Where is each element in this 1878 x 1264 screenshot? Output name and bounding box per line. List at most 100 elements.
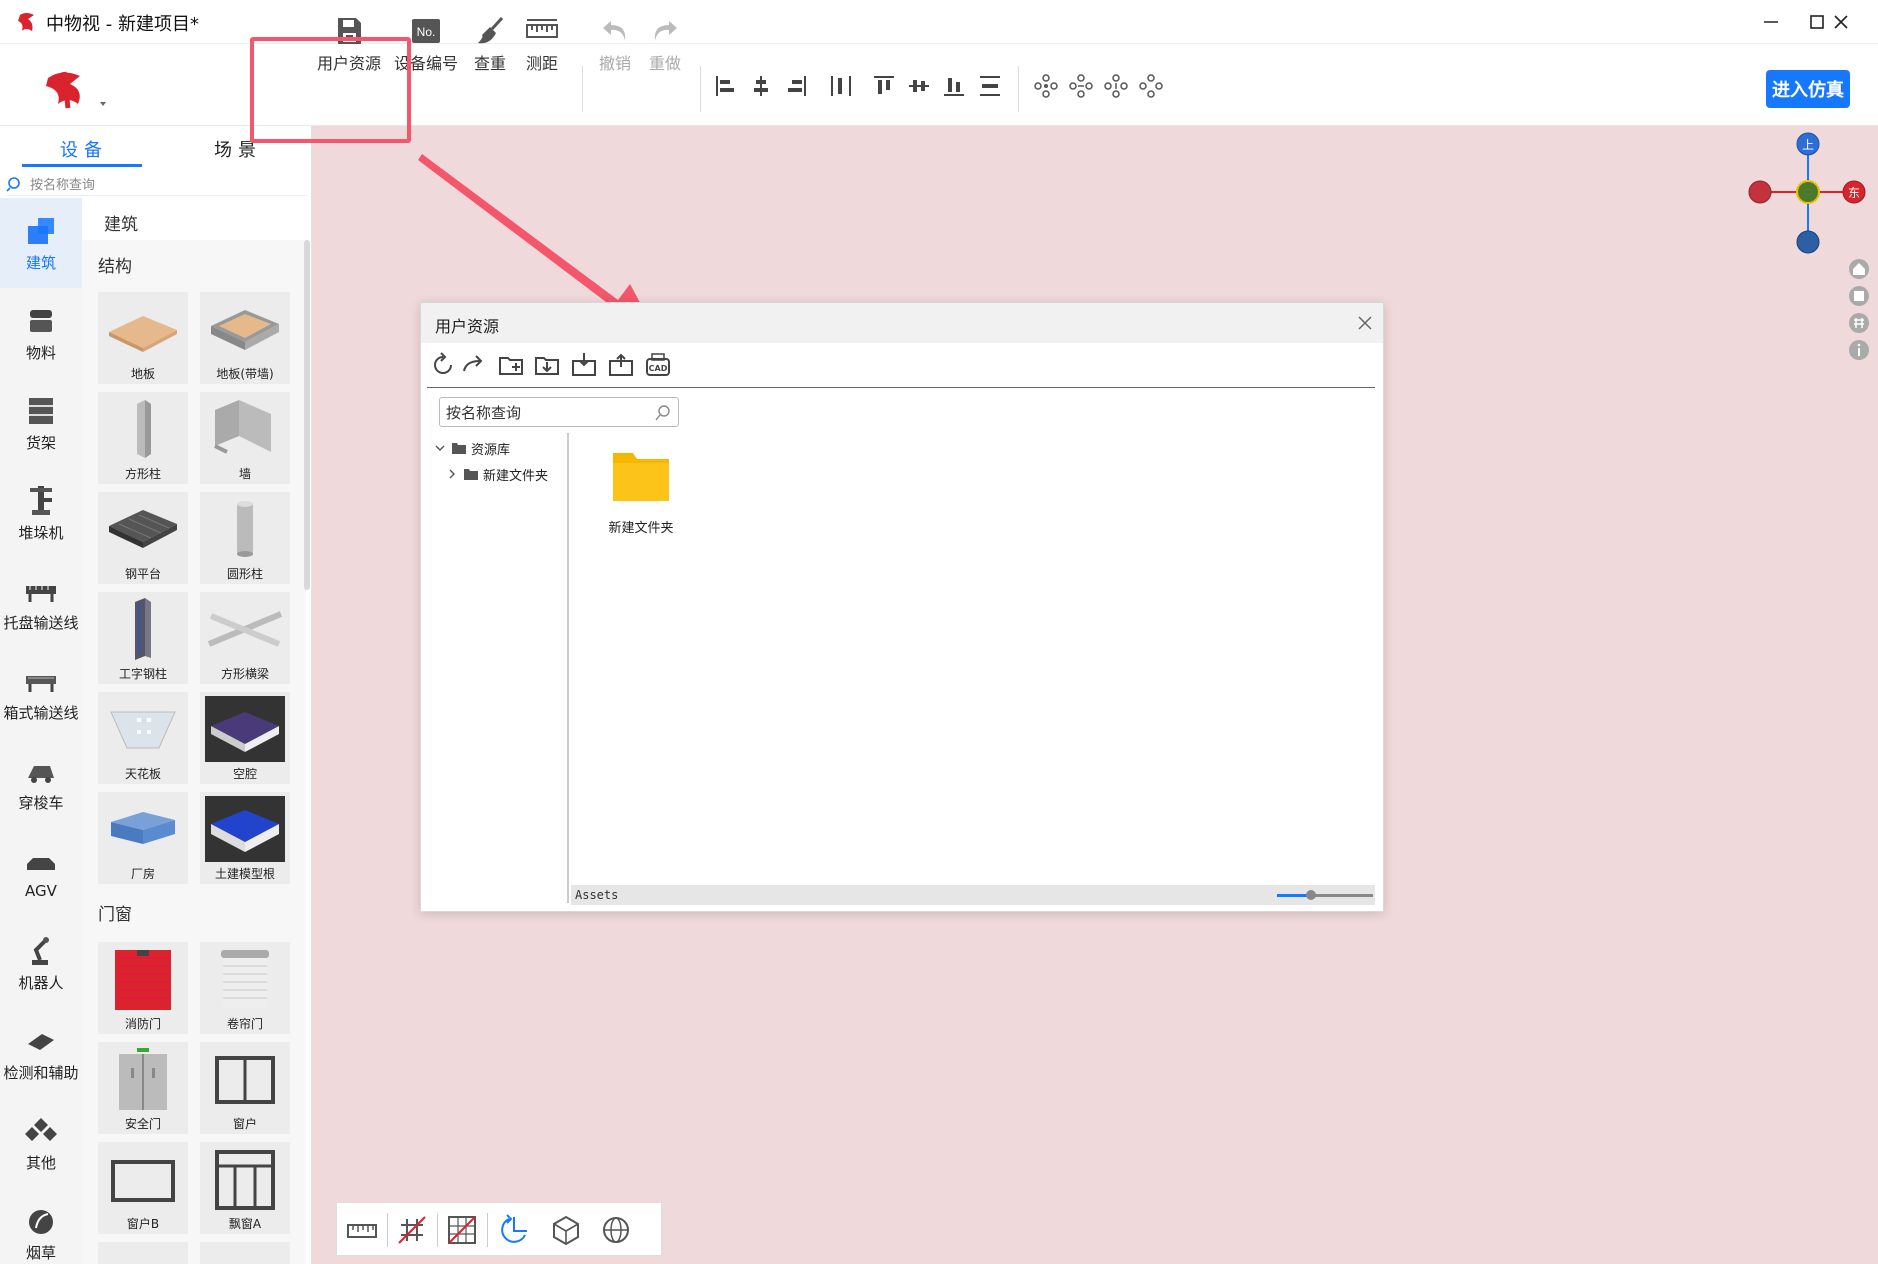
device-search-input[interactable]: 按名称查询 (6, 172, 308, 196)
import-folder-icon (535, 357, 559, 375)
search-icon (655, 405, 670, 421)
civil-model-icon (205, 796, 285, 862)
align-top-icon[interactable] (870, 72, 898, 100)
snap-grid-button[interactable] (445, 1213, 479, 1247)
window-title: 中物视 - 新建项目* (46, 14, 199, 35)
measure-button[interactable]: 测距 (507, 14, 577, 74)
item-floor[interactable]: 地板 (98, 292, 188, 384)
grid-off-icon (398, 1216, 426, 1244)
ceiling-icon (110, 711, 176, 749)
category-box-conveyor[interactable]: 箱式输送线 (0, 648, 82, 738)
ruler-icon (347, 1224, 377, 1238)
import-cad-button[interactable]: CAD (644, 351, 672, 379)
stacker-icon (30, 486, 52, 515)
category-other[interactable]: 其他 (0, 1098, 82, 1188)
tree-item-new-folder[interactable]: 新建文件夹 (445, 463, 548, 485)
category-detection[interactable]: 检测和辅助 (0, 1008, 82, 1098)
panel-scrollbar[interactable] (304, 240, 310, 590)
item-cavity[interactable]: 空腔 (200, 692, 290, 784)
align-bottom-icon[interactable] (940, 72, 968, 100)
import-model-button[interactable] (570, 351, 598, 379)
new-folder-button[interactable] (497, 351, 525, 379)
distribute-v-icon[interactable] (976, 72, 1004, 100)
shuttle-icon (28, 766, 54, 783)
file-item-new-folder[interactable]: 新建文件夹 (591, 447, 691, 536)
dialog-close-button[interactable] (1355, 313, 1375, 333)
item-rolling-door[interactable]: 卷帘门 (200, 942, 290, 1034)
tab-devices[interactable]: 设备 (60, 136, 108, 162)
align-center-h-icon[interactable] (747, 72, 775, 100)
item-bay-window-a[interactable]: 飘窗A (200, 1142, 290, 1234)
measure-tool-button[interactable] (345, 1213, 379, 1247)
item-window[interactable]: 窗户 (200, 1042, 290, 1134)
item-steel-platform[interactable]: 钢平台 (98, 492, 188, 584)
section-title-structure: 结构 (98, 257, 132, 277)
globe-view-button[interactable] (599, 1213, 633, 1247)
close-window-button[interactable] (1816, 6, 1866, 38)
category-shuttle[interactable]: 穿梭车 (0, 738, 82, 828)
category-stacker[interactable]: 堆垛机 (0, 468, 82, 558)
cad-icon: CAD (646, 353, 670, 376)
snap-mode-4-icon[interactable] (1137, 72, 1165, 100)
resource-search-input[interactable]: 按名称查询 (439, 397, 679, 427)
category-shelf[interactable]: 货架 (0, 378, 82, 468)
safety-door-icon (119, 1048, 167, 1110)
align-middle-v-icon[interactable] (905, 72, 933, 100)
item-window-b[interactable]: 窗户B (98, 1142, 188, 1234)
folder-icon (464, 469, 478, 480)
item-round-column[interactable]: 圆形柱 (200, 492, 290, 584)
svg-text:CAD: CAD (649, 364, 668, 373)
forward-icon (463, 355, 483, 372)
item-fire-door[interactable]: 消防门 (98, 942, 188, 1034)
orientation-gizmo[interactable]: 上 东 (1746, 130, 1866, 260)
brand-menu[interactable] (40, 58, 120, 114)
grid-view-icon[interactable] (1848, 312, 1870, 334)
box-conveyor-icon (26, 676, 56, 692)
category-building[interactable]: 建筑 (0, 198, 82, 288)
item-more-2[interactable] (200, 1242, 290, 1264)
svg-text:No.: No. (417, 25, 436, 39)
new-folder-icon (499, 357, 523, 375)
refresh-button[interactable] (429, 351, 457, 379)
category-robot[interactable]: 机器人 (0, 918, 82, 1008)
item-square-beam[interactable]: 方形横梁 (200, 592, 290, 684)
snap-mode-2-icon[interactable] (1067, 72, 1095, 100)
enter-simulation-button[interactable]: 进入仿真 (1766, 70, 1850, 108)
snap-mode-3-icon[interactable] (1102, 72, 1130, 100)
tree-item-resource-library[interactable]: 资源库 (433, 437, 510, 459)
resource-tree: 资源库 新建文件夹 (429, 433, 569, 903)
item-civil-model-root[interactable]: 土建模型根 (200, 792, 290, 884)
device-panel: 设备 场景 按名称查询 建筑 物料 货架 堆垛机 托盘输送线 箱式输送线 穿梭车… (0, 126, 312, 1264)
category-tobacco[interactable]: 烟草 (0, 1188, 82, 1264)
category-pallet-conveyor[interactable]: 托盘输送线 (0, 558, 82, 648)
item-square-column[interactable]: 方形柱 (98, 392, 188, 484)
item-i-beam-column[interactable]: 工字钢柱 (98, 592, 188, 684)
section-title-doors-windows: 门窗 (98, 905, 132, 925)
item-floor-with-wall[interactable]: 地板(带墙) (200, 292, 290, 384)
export-model-button[interactable] (607, 351, 635, 379)
redo-button[interactable]: 重做 (630, 14, 700, 74)
item-ceiling[interactable]: 天花板 (98, 692, 188, 784)
info-icon[interactable] (1848, 339, 1870, 361)
snap-mode-1-icon[interactable] (1032, 72, 1060, 100)
item-more-1[interactable] (98, 1242, 188, 1264)
grid-toggle-button[interactable] (395, 1213, 429, 1247)
home-view-icon[interactable] (1848, 258, 1870, 280)
distribute-h-icon[interactable] (827, 72, 855, 100)
minimize-button[interactable] (1746, 6, 1796, 38)
perspective-view-button[interactable] (549, 1213, 583, 1247)
category-material[interactable]: 物料 (0, 288, 82, 378)
cube-view-icon[interactable] (1848, 285, 1870, 307)
category-agv[interactable]: AGV (0, 828, 82, 918)
item-wall[interactable]: 墙 (200, 392, 290, 484)
rotate-view-button[interactable] (497, 1213, 531, 1247)
item-factory[interactable]: 厂房 (98, 792, 188, 884)
align-left-icon[interactable] (712, 72, 740, 100)
align-right-icon[interactable] (782, 72, 810, 100)
slider-handle[interactable] (1305, 890, 1316, 900)
icon-size-slider[interactable] (1277, 890, 1373, 900)
item-safety-door[interactable]: 安全门 (98, 1042, 188, 1134)
forward-button[interactable] (460, 351, 488, 379)
broom-icon (478, 16, 504, 44)
import-folder-button[interactable] (533, 351, 561, 379)
